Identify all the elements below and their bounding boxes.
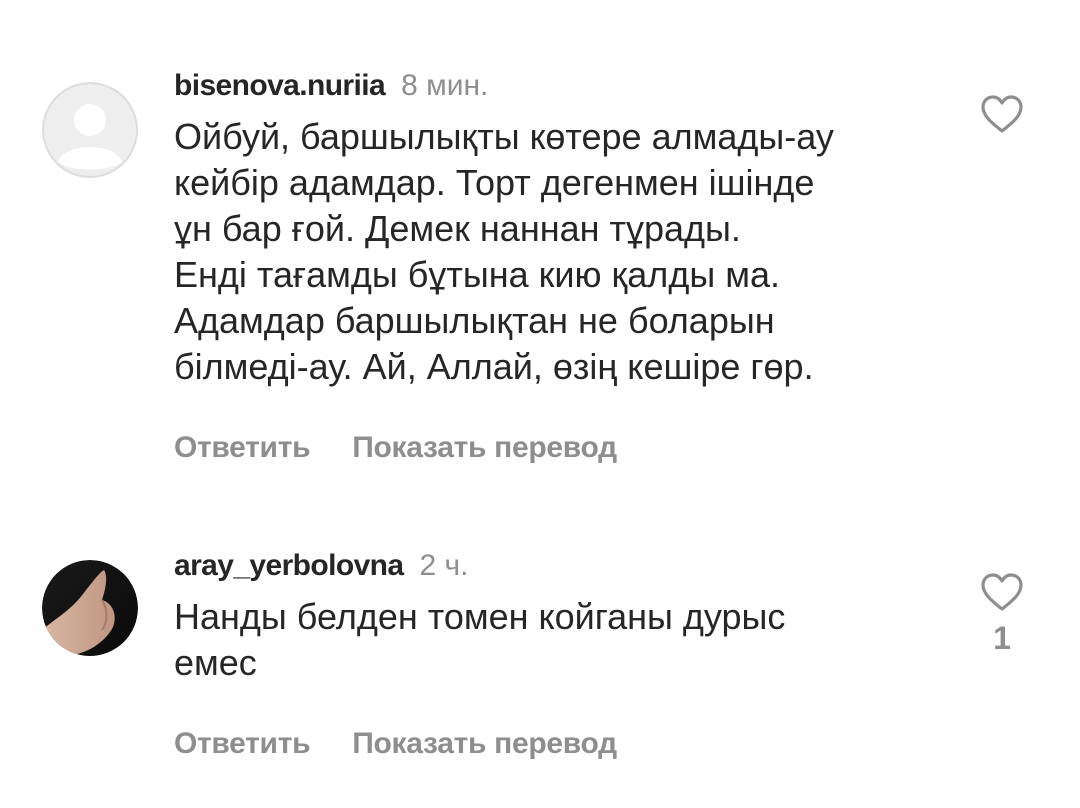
comment-username[interactable]: bisenova.nuriia — [174, 69, 386, 102]
reply-button[interactable]: Ответить — [174, 431, 311, 464]
avatar[interactable] — [42, 82, 138, 178]
avatar[interactable] — [42, 560, 138, 656]
comment-text: Нанды белден томен койганы дурыс емес — [174, 596, 786, 683]
heart-icon — [981, 573, 1023, 611]
show-translation-button[interactable]: Показать перевод — [352, 431, 617, 464]
comment-actions: Ответить Показать перевод — [174, 722, 954, 766]
comment-content: aray_yerbolovna 2 ч. Нанды белден томен к… — [174, 544, 954, 766]
like-count: 1 — [993, 620, 1011, 656]
comment-meta: aray_yerbolovna 2 ч. — [174, 544, 954, 588]
heart-icon — [981, 95, 1023, 133]
user-photo — [42, 560, 138, 656]
comment-actions: Ответить Показать перевод — [174, 426, 954, 470]
like-button[interactable] — [978, 94, 1026, 140]
like-button[interactable]: 1 — [978, 572, 1026, 658]
reply-button[interactable]: Ответить — [174, 727, 311, 760]
comment-username[interactable]: aray_yerbolovna — [174, 549, 404, 582]
comment-meta: bisenova.nuriia 8 мин. — [174, 64, 954, 108]
comment-text: Ойбуй, баршылықты көтере алмады-ау кейбі… — [174, 116, 834, 387]
comment-time: 2 ч. — [419, 549, 469, 582]
show-translation-button[interactable]: Показать перевод — [352, 727, 617, 760]
default-avatar-icon — [42, 82, 138, 178]
comment-content: bisenova.nuriia 8 мин. Ойбуй, баршылықты … — [174, 64, 954, 470]
comment-time: 8 мин. — [401, 69, 489, 102]
